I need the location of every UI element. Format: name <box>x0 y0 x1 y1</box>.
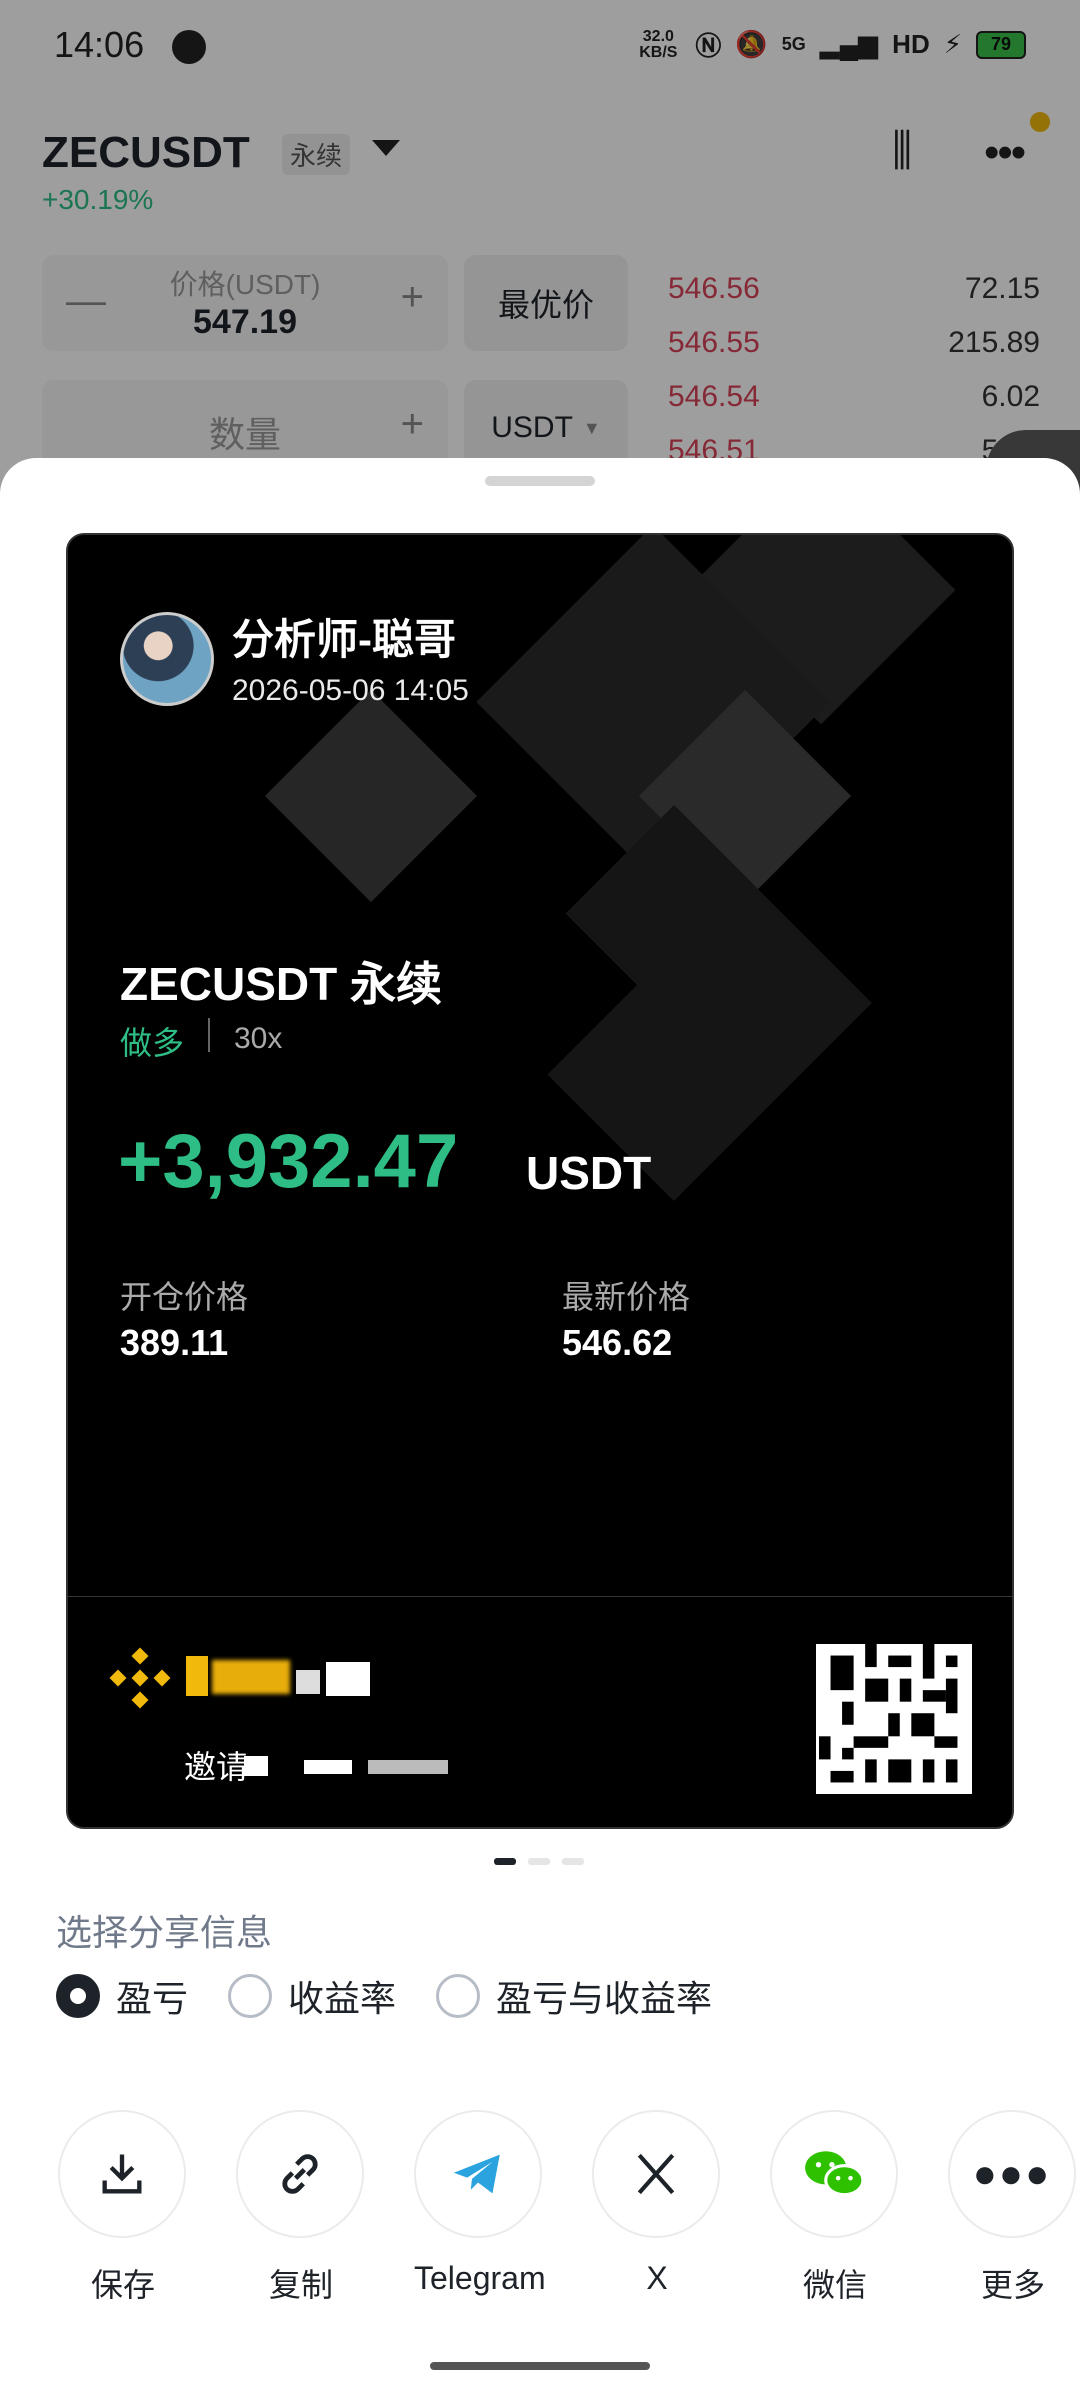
telegram-icon[interactable] <box>414 2110 542 2238</box>
wechat-button[interactable]: 微信 <box>770 2110 900 2306</box>
last-price-value: 546.62 <box>562 1322 673 1363</box>
action-label: X <box>646 2260 668 2296</box>
open-price-label: 开仓价格 <box>120 1279 249 1315</box>
pager-dot[interactable] <box>562 1858 584 1865</box>
username: 分析师-聪哥 <box>232 616 456 663</box>
qr-code <box>816 1644 972 1794</box>
option-pnl-and-roi[interactable]: 盈亏与收益率 <box>436 1970 712 2022</box>
drag-handle[interactable] <box>485 476 595 486</box>
open-price-value: 389.11 <box>120 1322 229 1363</box>
option-label: 盈亏与收益率 <box>496 1978 713 2019</box>
action-label: 复制 <box>268 2267 333 2303</box>
radio-checked-icon[interactable] <box>56 1974 100 2018</box>
invite-label: 邀请 <box>184 1749 249 1785</box>
last-price-label: 最新价格 <box>562 1279 691 1315</box>
background-diamond <box>264 689 478 903</box>
action-label: 微信 <box>802 2267 867 2303</box>
brand-name-redacted <box>186 1650 386 1700</box>
x-button[interactable]: X <box>592 2110 722 2297</box>
divider <box>208 1018 210 1052</box>
action-label: Telegram <box>414 2260 546 2296</box>
card-pair-title: ZECUSDT 永续 <box>120 958 442 1010</box>
more-button[interactable]: ●●● 更多 <box>948 2110 1078 2306</box>
position-side: 做多 <box>120 1025 185 1061</box>
divider <box>68 1596 1012 1597</box>
gesture-bar[interactable] <box>430 2362 650 2370</box>
option-label: 收益率 <box>288 1978 397 2019</box>
card-pager <box>494 1858 584 1865</box>
action-label: 更多 <box>980 2267 1045 2303</box>
pnl-unit: USDT <box>526 1147 652 1199</box>
avatar <box>120 612 214 706</box>
option-roi[interactable]: 收益率 <box>228 1970 396 2022</box>
pager-dot-active[interactable] <box>494 1858 516 1865</box>
telegram-button[interactable]: Telegram <box>414 2110 546 2297</box>
action-label: 保存 <box>90 2267 155 2303</box>
copy-link-button[interactable]: 复制 <box>236 2110 366 2306</box>
more-dots-icon[interactable]: ●●● <box>948 2110 1076 2238</box>
binance-logo-icon <box>109 1647 171 1709</box>
pnl-value: +3,932.47 <box>118 1119 459 1204</box>
x-logo-icon[interactable] <box>592 2110 720 2238</box>
pager-dot[interactable] <box>528 1858 550 1865</box>
wechat-icon[interactable] <box>770 2110 898 2238</box>
share-info-options: 盈亏 收益率 盈亏与收益率 <box>56 1970 712 2022</box>
option-pnl[interactable]: 盈亏 <box>56 1970 188 2022</box>
option-label: 盈亏 <box>116 1978 189 2019</box>
leverage: 30x <box>234 1022 283 1055</box>
qr-pattern-icon <box>819 1644 969 1794</box>
save-button[interactable]: 保存 <box>58 2110 188 2306</box>
card-datetime: 2026-05-06 14:05 <box>232 674 469 707</box>
radio-unchecked-icon[interactable] <box>436 1974 481 2018</box>
download-icon[interactable] <box>58 2110 186 2238</box>
invite-code-redacted <box>244 1756 464 1776</box>
radio-unchecked-icon[interactable] <box>228 1974 273 2018</box>
link-icon[interactable] <box>236 2110 364 2238</box>
share-info-title: 选择分享信息 <box>56 1912 273 1953</box>
